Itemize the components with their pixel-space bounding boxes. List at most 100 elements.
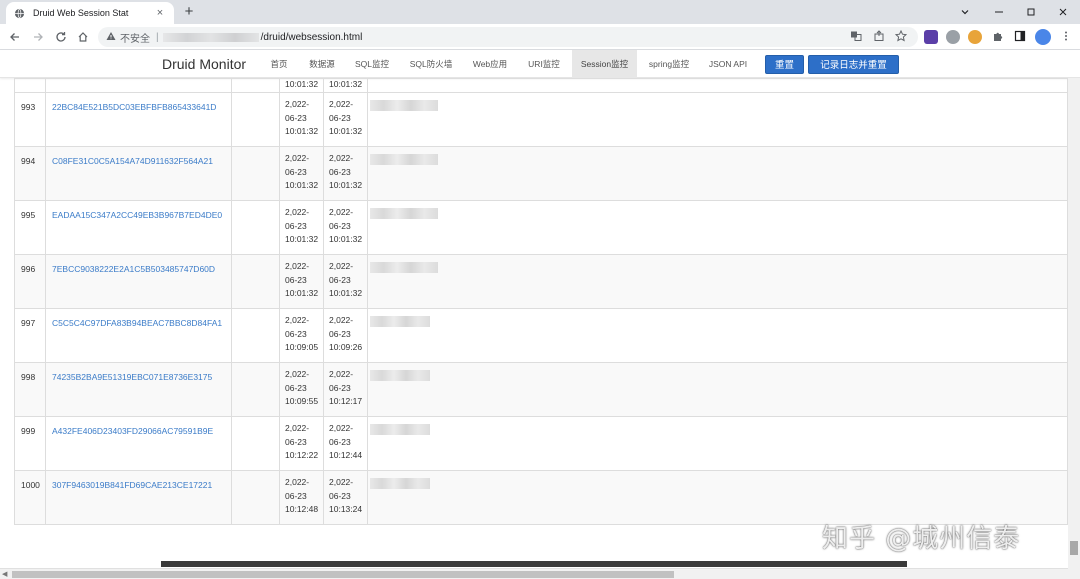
first-access-time-part: 10:01:32 [285, 126, 319, 136]
first-access-time: 10:01:32 [279, 78, 324, 93]
nav-sql-monitor[interactable]: SQL监控 [348, 50, 396, 78]
table-row: 994 C08FE31C0C5A154A74D911632F564A21 2,022… [14, 146, 1068, 201]
principal-cell [367, 308, 1068, 363]
principal-cell [367, 200, 1068, 255]
first-access-time-part: 10:01:32 [285, 288, 319, 298]
scroll-left-icon[interactable]: ◀ [2, 570, 7, 578]
globe-icon [14, 8, 25, 18]
table-row: 996 7EBCC9038222E2A1C5B503485747D60D 2,022… [14, 254, 1068, 309]
last-access-time-part: 2,022- [329, 99, 354, 109]
ip-cell [231, 362, 280, 417]
profile-avatar-icon[interactable] [1035, 29, 1051, 45]
last-access-time-part: 2,022- [329, 261, 354, 271]
last-access-time-part: 10:13:24 [329, 504, 363, 514]
extension-2-icon[interactable] [946, 30, 960, 44]
extension-1-icon[interactable] [924, 30, 938, 44]
redacted-host [162, 32, 259, 42]
table-row: 998 74235B2BA9E51319EBC071E8736E3175 2,022… [14, 362, 1068, 417]
session-table-container: 10:01:32 10:01:32 993 22BC84E521B5DC03EBF… [14, 78, 1068, 526]
session-id-link[interactable]: C5C5C4C97DFA83B94BEAC7BBC8D84FA1 [45, 308, 232, 363]
principal-cell [367, 416, 1068, 471]
principal-cell [367, 362, 1068, 417]
first-access-time-part: 2,022- [285, 477, 310, 487]
forward-icon[interactable] [29, 28, 47, 46]
new-tab-button[interactable]: + [180, 2, 198, 22]
extension-3-icon[interactable] [968, 30, 982, 44]
extension-puzzle-icon[interactable] [990, 28, 1006, 44]
row-index: 997 [14, 308, 46, 363]
share-icon[interactable] [871, 28, 887, 44]
redacted-value [370, 316, 430, 327]
row-index: 996 [14, 254, 46, 309]
last-access-time-part: 06-23 [329, 112, 351, 123]
vertical-scroll-thumb[interactable] [1070, 541, 1078, 555]
nav-json-api[interactable]: JSON API [701, 50, 755, 78]
ip-cell [231, 92, 280, 147]
nav-session-monitor[interactable]: Session监控 [572, 50, 637, 78]
horizontal-scrollbar[interactable]: ◀ [0, 568, 1068, 579]
ip-cell [231, 416, 280, 471]
session-id-link[interactable]: 74235B2BA9E51319EBC071E8736E3175 [45, 362, 232, 417]
session-id-link[interactable]: A432FE406D23403FD29066AC79591B9E [45, 416, 232, 471]
table-row: 10:01:32 10:01:32 [14, 78, 1068, 93]
last-access-time: 2,022- 06-23 10:01:32 [323, 200, 368, 255]
nav-uri-monitor[interactable]: URI监控 [520, 50, 568, 78]
first-access-time-part: 06-23 [285, 274, 307, 285]
last-access-time-part: 10:01:32 [329, 234, 363, 244]
browser-tab[interactable]: Druid Web Session Stat × [6, 2, 174, 24]
row-index: 1000 [14, 470, 46, 525]
session-id-link[interactable]: 7EBCC9038222E2A1C5B503485747D60D [45, 254, 232, 309]
menu-kebab-icon[interactable] [1058, 28, 1074, 44]
last-access-time: 2,022- 06-23 10:01:32 [323, 92, 368, 147]
home-icon[interactable] [74, 28, 92, 46]
redacted-value [370, 208, 438, 219]
close-window-icon[interactable] [1046, 0, 1080, 24]
ip-cell [231, 200, 280, 255]
nav-web-app[interactable]: Web应用 [464, 50, 516, 78]
brand-title[interactable]: Druid Monitor [162, 56, 246, 72]
nav-datasource[interactable]: 数据源 [302, 50, 342, 78]
last-access-time-part: 10:01:32 [329, 126, 363, 136]
first-access-time: 2,022- 06-23 10:01:32 [279, 200, 324, 255]
side-panel-icon[interactable] [1012, 28, 1028, 44]
tab-search-chevron-icon[interactable] [948, 0, 982, 24]
last-access-time-part: 10:01:32 [329, 180, 363, 190]
session-id-link[interactable]: EADAA15C347A2CC49EB3B967B7ED4DE0 [45, 200, 232, 255]
translate-icon[interactable] [848, 28, 864, 44]
first-access-time-part: 06-23 [285, 490, 307, 501]
table-row: 995 EADAA15C347A2CC49EB3B967B7ED4DE0 2,022… [14, 200, 1068, 255]
address-bar[interactable]: 不安全 | /druid/websession.html [98, 27, 918, 47]
last-access-time: 2,022- 06-23 10:12:44 [323, 416, 368, 471]
restore-icon[interactable] [1014, 0, 1048, 24]
reload-icon[interactable] [52, 28, 70, 46]
first-access-time: 2,022- 06-23 10:09:55 [279, 362, 324, 417]
minimize-icon[interactable] [982, 0, 1016, 24]
table-row: 1000 307F9463019B841FD69CAE213CE17221 2,02… [14, 470, 1068, 525]
star-icon[interactable] [893, 28, 909, 44]
first-access-time-part: 10:09:05 [285, 342, 319, 352]
first-access-time-part: 06-23 [285, 112, 307, 123]
log-and-reset-button[interactable]: 记录日志并重置 [808, 55, 899, 74]
tab-close-icon[interactable]: × [154, 7, 166, 19]
horizontal-scroll-thumb[interactable] [12, 571, 674, 578]
last-access-time-part: 2,022- [329, 207, 354, 217]
session-id-link[interactable]: 22BC84E521B5DC03EBFBFB865433641D [45, 92, 232, 147]
reset-button[interactable]: 重置 [765, 55, 804, 74]
session-id-link[interactable]: C08FE31C0C5A154A74D911632F564A21 [45, 146, 232, 201]
druid-navbar: Druid Monitor 首页 数据源 SQL监控 SQL防火墙 Web应用 … [0, 50, 1080, 78]
nav-sql-firewall[interactable]: SQL防火墙 [402, 50, 460, 78]
last-access-time-part: 06-23 [329, 382, 351, 393]
vertical-scrollbar[interactable] [1068, 78, 1080, 579]
last-access-time-part: 2,022- [329, 315, 354, 325]
redacted-value [370, 154, 438, 165]
first-access-time-part: 06-23 [285, 166, 307, 177]
session-id-link[interactable]: 307F9463019B841FD69CAE213CE17221 [45, 470, 232, 525]
row-index: 993 [14, 92, 46, 147]
table-row: 999 A432FE406D23403FD29066AC79591B9E 2,022… [14, 416, 1068, 471]
redacted-value [370, 100, 438, 111]
last-access-time: 2,022- 06-23 10:01:32 [323, 254, 368, 309]
nav-spring-monitor[interactable]: spring监控 [641, 50, 697, 78]
back-icon[interactable] [6, 28, 24, 46]
nav-home[interactable]: 首页 [262, 50, 296, 78]
row-index: 994 [14, 146, 46, 201]
